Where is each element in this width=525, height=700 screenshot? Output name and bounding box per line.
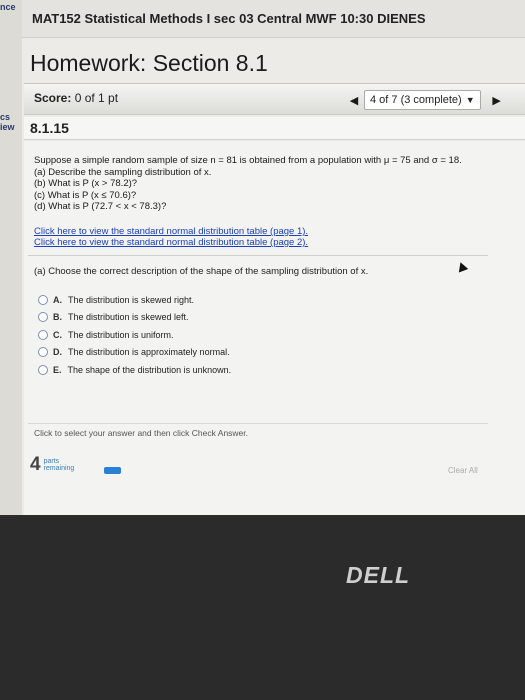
normal-table-link-page1[interactable]: Click here to view the standard normal d… xyxy=(34,226,308,237)
option-text: The distribution is uniform. xyxy=(68,329,174,340)
option-text: The distribution is skewed right. xyxy=(68,294,195,305)
next-question-button[interactable]: ▶ xyxy=(487,90,507,110)
mouse-cursor-icon xyxy=(455,260,469,273)
score-value: 0 of 1 pt xyxy=(74,91,119,105)
answer-instructions: Click to select your answer and then cli… xyxy=(34,428,249,438)
course-header: MAT152 Statistical Methods I sec 03 Cent… xyxy=(22,0,525,38)
option-text: The distribution is skewed left. xyxy=(68,312,189,323)
option-d[interactable]: D. The distribution is approximately nor… xyxy=(38,344,231,362)
triangle-right-icon: ▶ xyxy=(492,94,501,107)
option-e[interactable]: E. The shape of the distribution is unkn… xyxy=(38,361,231,379)
sidebar-fragment-top: nce xyxy=(0,2,16,12)
question-select-value: 4 of 7 (3 complete) xyxy=(370,94,462,106)
course-title: MAT152 Statistical Methods I sec 03 Cent… xyxy=(32,11,426,26)
question-bar: 8.1.15 xyxy=(24,117,525,140)
problem-part-c: (c) What is P (x ≤ 70.6)? xyxy=(34,189,137,201)
answer-options: A. The distribution is skewed right. B. … xyxy=(38,291,231,379)
homework-title: Homework: Section 8.1 xyxy=(30,50,268,76)
radio-button[interactable] xyxy=(38,294,48,305)
divider xyxy=(28,423,488,424)
score-label: Score: 0 of 1 pt xyxy=(34,91,119,105)
browser-screen: nce cs iew MAT152 Statistical Methods I … xyxy=(0,0,525,515)
problem-part-b: (b) What is P (x > 78.2)? xyxy=(34,178,138,189)
parts-count: 4 xyxy=(30,454,41,475)
parts-label: parts xyxy=(43,457,60,465)
left-sidebar-strip: nce cs iew xyxy=(0,0,22,515)
caret-down-icon: ▼ xyxy=(465,95,475,105)
question-navigator: ◀ 4 of 7 (3 complete) ▼ ▶ xyxy=(344,89,507,111)
triangle-left-icon: ◀ xyxy=(349,94,359,107)
sidebar-fragment-mid1: cs xyxy=(0,112,11,122)
parts-remaining: 4 parts remaining xyxy=(30,454,74,476)
prev-question-button[interactable]: ◀ xyxy=(344,90,364,110)
option-text: The distribution is approximately normal… xyxy=(68,347,230,358)
question-content: Suppose a simple random sample of size n… xyxy=(24,141,525,515)
option-b[interactable]: B. The distribution is skewed left. xyxy=(38,309,231,327)
option-c[interactable]: C. The distribution is uniform. xyxy=(38,326,231,344)
problem-prompt: Suppose a simple random sample of size n… xyxy=(34,155,462,166)
table-links: Click here to view the standard normal d… xyxy=(34,226,308,248)
normal-table-link-page2[interactable]: Click here to view the standard normal d… xyxy=(34,237,308,248)
question-select[interactable]: 4 of 7 (3 complete) ▼ xyxy=(364,90,481,110)
progress-bar xyxy=(104,467,121,474)
radio-button[interactable] xyxy=(38,312,48,323)
sidebar-fragment-mid2[interactable]: iew xyxy=(0,122,15,132)
problem-statement: Suppose a simple random sample of size n… xyxy=(34,155,462,213)
problem-part-a: (a) Describe the sampling distribution o… xyxy=(34,166,212,178)
divider xyxy=(28,255,488,256)
radio-button[interactable] xyxy=(38,347,48,358)
clear-all-button[interactable]: Clear All xyxy=(448,466,478,475)
radio-button[interactable] xyxy=(38,329,48,340)
parts-label-remaining: remaining xyxy=(43,465,75,472)
score-bar: Score: 0 of 1 pt ◀ 4 of 7 (3 complete) ▼… xyxy=(24,83,525,115)
question-number: 8.1.15 xyxy=(30,120,69,136)
option-text: The shape of the distribution is unknown… xyxy=(67,364,232,375)
option-a[interactable]: A. The distribution is skewed right. xyxy=(38,291,231,309)
radio-button[interactable] xyxy=(38,364,48,375)
problem-part-d: (d) What is P (72.7 < x < 78.3)? xyxy=(34,201,167,212)
dell-logo: DELL xyxy=(346,562,411,588)
part-a-prompt: (a) Choose the correct description of th… xyxy=(34,266,369,277)
